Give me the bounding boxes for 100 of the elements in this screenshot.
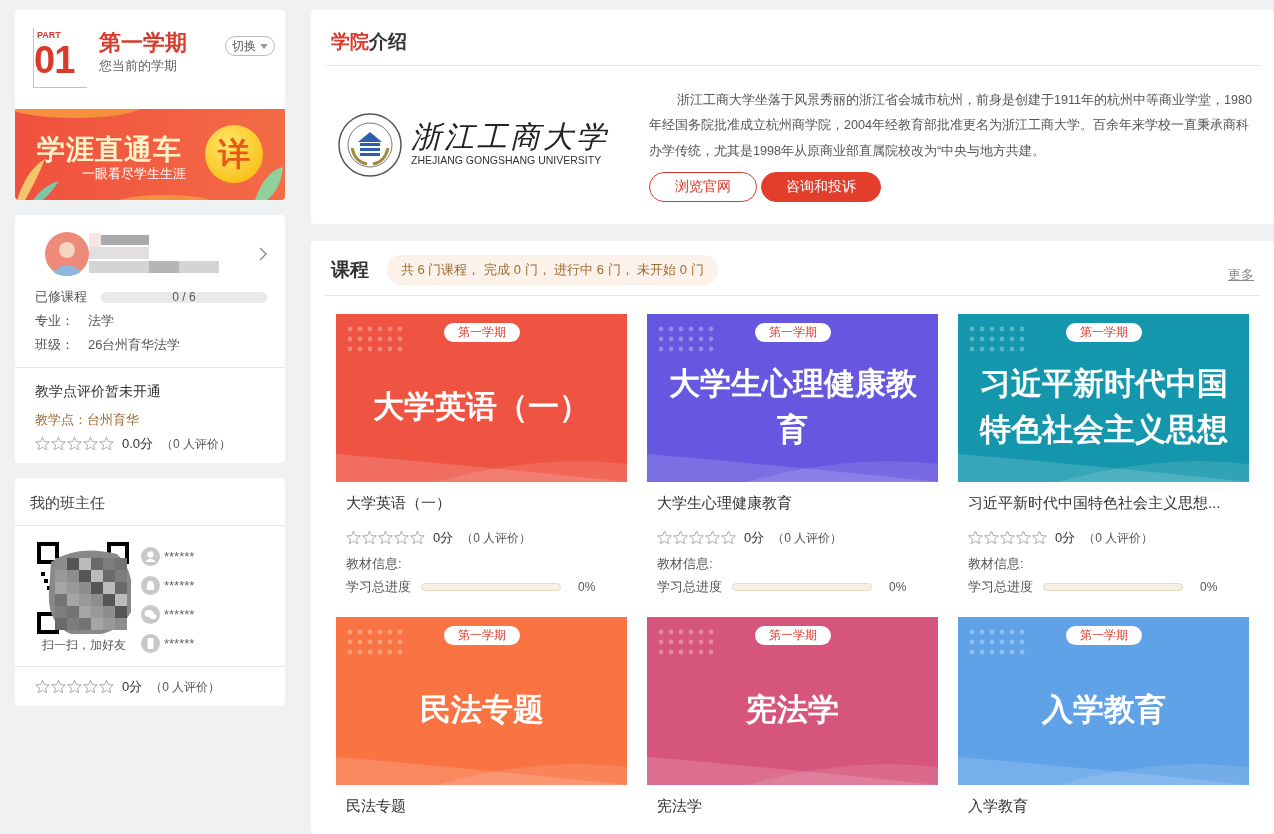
avatar-icon	[45, 232, 89, 276]
cover-title: 宪法学	[746, 690, 839, 729]
star-icon	[35, 436, 50, 451]
switch-button[interactable]: 切换	[225, 36, 275, 56]
course-name[interactable]: 习近平新时代中国特色社会主义思想...	[968, 491, 1239, 514]
course-cover[interactable]: 第一学期 宪法学	[647, 616, 938, 785]
star-icon	[984, 530, 999, 546]
star-icon	[689, 530, 704, 546]
evaluation-notice: 教学点评价暂未开通	[35, 383, 162, 401]
star-icon	[99, 679, 114, 694]
term-tag: 第一学期	[443, 625, 520, 645]
star-icon	[35, 679, 50, 694]
field-label: 专业：	[35, 312, 74, 331]
banner-subtitle: 一眼看尽学生生涯	[82, 165, 186, 183]
course-cover[interactable]: 第一学期 大学生心理健康教育	[647, 313, 938, 482]
progress-label: 学习总进度	[657, 578, 722, 596]
review-count: （0 人评价）	[161, 435, 232, 453]
review-count: （0 人评价）	[1083, 529, 1154, 547]
star-icon	[705, 530, 720, 546]
more-link[interactable]: 更多	[1228, 265, 1254, 285]
university-seal-icon	[337, 111, 403, 178]
course-name[interactable]: 大学生心理健康教育	[657, 491, 928, 514]
site-name: 台州育华	[87, 411, 139, 430]
star-icon	[394, 530, 409, 546]
star-icon	[657, 530, 672, 546]
website-button[interactable]: 浏览官网	[649, 172, 757, 202]
university-name: 浙江工商大学	[411, 120, 609, 154]
star-icon	[673, 530, 688, 546]
star-icon	[346, 530, 361, 546]
course-cover[interactable]: 第一学期 大学英语（一）	[336, 313, 627, 482]
chat-bubbles-icon	[141, 604, 160, 624]
promo-banner[interactable]: 学涯直通车 一眼看尽学生生涯 详	[15, 109, 285, 200]
progress-label: 学习总进度	[968, 578, 1033, 596]
section-title: 课程	[331, 257, 369, 282]
star-icon	[1032, 530, 1047, 546]
review-count: （0 人评价）	[150, 678, 221, 696]
phone-icon	[141, 633, 160, 653]
college-description: 浙江工商大学坐落于风景秀丽的浙江省会城市杭州，前身是创建于1911年的杭州中等商业学堂，1980年经国务院批准成立杭州商学院，2004年经教育部批准更名为浙江工商大学。百余年来学校一直秉承商科办学传统，尤其是1998年从原商业部直属院校改为“中央与地方共建。	[649, 91, 1254, 160]
semester-number: 01	[34, 41, 76, 79]
star-icon	[51, 679, 66, 694]
field-value: 法学	[88, 312, 114, 331]
semester-subtitle: 您当前的学期	[99, 57, 178, 76]
term-tag: 第一学期	[754, 625, 831, 645]
star-icon	[410, 530, 425, 546]
course-name[interactable]: 大学英语（一）	[346, 491, 617, 514]
star-icon	[721, 530, 736, 546]
panel-title: 我的班主任	[15, 478, 285, 526]
star-icon	[67, 436, 82, 451]
materials-label: 教材信息:	[346, 554, 403, 573]
review-count: （0 人评价）	[461, 529, 532, 547]
materials-label: 教材信息:	[968, 554, 1025, 573]
star-icon	[99, 436, 114, 451]
person-icon	[141, 546, 160, 566]
cover-title: 大学生心理健康教育	[667, 364, 918, 449]
course-name[interactable]: 入学教育	[968, 794, 1239, 817]
cover-title: 民法专题	[419, 690, 544, 729]
rating-score: 0分	[744, 529, 765, 547]
rating-score: 0分	[1055, 529, 1076, 547]
progress-label: 学习总进度	[346, 578, 411, 596]
term-tag: 第一学期	[1065, 625, 1142, 645]
star-icon	[1000, 530, 1015, 546]
term-tag: 第一学期	[754, 322, 831, 342]
field-value: 26台州育华法学	[88, 336, 181, 355]
banner-title: 学涯直通车	[37, 133, 182, 167]
field-label: 班级：	[35, 336, 74, 355]
chevron-right-icon	[259, 247, 267, 261]
contact-value: ******	[164, 547, 195, 566]
part-label: PART	[36, 29, 61, 41]
cover-title: 大学英语（一）	[373, 387, 590, 426]
progress-label: 已修课程	[35, 288, 87, 307]
semester-title: 第一学期	[99, 30, 187, 57]
section-title: 学院介绍	[325, 24, 1260, 66]
course-name[interactable]: 民法专题	[346, 794, 617, 817]
course-name[interactable]: 宪法学	[657, 794, 928, 817]
course-summary: 共 6 门课程， 完成 0 门， 进行中 6 门， 未开始 0 门	[387, 255, 718, 285]
progress-percent: 0%	[889, 578, 907, 596]
star-icon	[83, 436, 98, 451]
course-cover[interactable]: 第一学期 入学教育	[958, 616, 1249, 785]
complaint-button[interactable]: 咨询和投诉	[761, 172, 881, 202]
course-cover[interactable]: 第一学期 民法专题	[336, 616, 627, 785]
rating-score: 0分	[122, 677, 143, 696]
rating-score: 0分	[433, 529, 454, 547]
course-cover[interactable]: 第一学期 习近平新时代中国特色社会主义思想	[958, 313, 1249, 482]
progress-text: 0 / 6	[171, 288, 197, 305]
progress-percent: 0%	[1200, 578, 1218, 596]
star-icon	[378, 530, 393, 546]
contact-value: ******	[164, 605, 195, 624]
star-icon	[1016, 530, 1031, 546]
cover-title: 习近平新时代中国特色社会主义思想	[978, 364, 1229, 449]
progress-percent: 0%	[578, 578, 596, 596]
rating-score: 0.0分	[122, 434, 154, 453]
term-tag: 第一学期	[443, 322, 520, 342]
star-icon	[83, 679, 98, 694]
review-count: （0 人评价）	[772, 529, 843, 547]
term-tag: 第一学期	[1065, 322, 1142, 342]
university-english-name: ZHEJIANG GONGSHANG UNIVERSITY	[411, 153, 603, 169]
detail-badge[interactable]: 详	[205, 125, 263, 183]
contact-value: ******	[164, 634, 195, 653]
qr-caption: 扫一扫，加好友	[42, 636, 126, 654]
star-icon	[51, 436, 66, 451]
